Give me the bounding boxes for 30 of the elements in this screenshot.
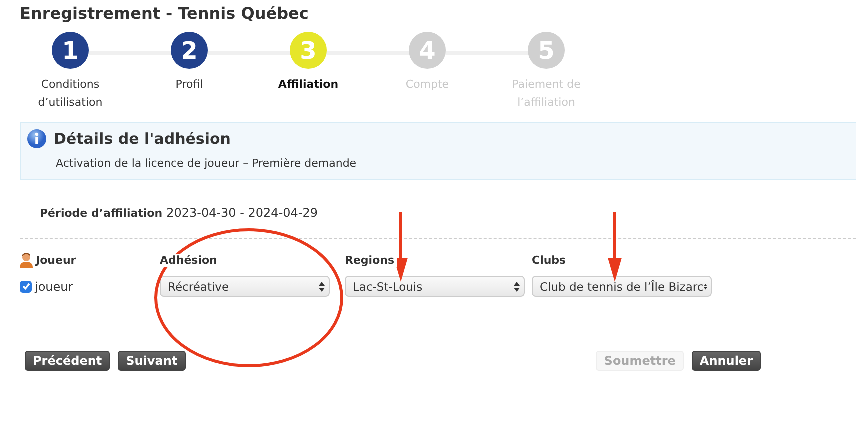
page-title: Enregistrement - Tennis Québec bbox=[20, 4, 310, 25]
column-header: Adhésion bbox=[160, 254, 220, 267]
action-button[interactable]: Suivant bbox=[118, 351, 186, 371]
panel-text: Activation de la licence de joueur – Première demande bbox=[56, 157, 358, 170]
step-label: Profil bbox=[174, 77, 204, 93]
club-select[interactable]: Club de tennis de l’Île Bizarc bbox=[532, 276, 712, 297]
action-button[interactable]: Précédent bbox=[25, 351, 110, 371]
step-number: 1 bbox=[52, 32, 89, 69]
dropdown-arrows-icon bbox=[704, 282, 707, 292]
panel-title: Détails de l'adhésion bbox=[54, 130, 231, 148]
step-number: 2 bbox=[171, 32, 208, 69]
checkbox[interactable] bbox=[20, 280, 32, 292]
period-value: 2023-04-30 - 2024-04-29 bbox=[166, 206, 318, 220]
membership-select[interactable]: Récréative bbox=[160, 276, 330, 297]
annotation-arrow bbox=[608, 212, 622, 282]
column-header: Regions bbox=[345, 254, 397, 267]
step-number: 3 bbox=[290, 32, 327, 69]
dropdown-arrows-icon bbox=[319, 282, 325, 292]
step-label: Affiliation bbox=[277, 77, 340, 93]
annotation-arrow bbox=[394, 212, 408, 282]
player-name: joueur bbox=[35, 280, 74, 294]
region-select[interactable]: Lac-St-Louis bbox=[345, 276, 525, 297]
person-icon bbox=[20, 253, 33, 268]
info-icon bbox=[27, 129, 47, 149]
action-button[interactable]: Annuler bbox=[692, 351, 761, 371]
period-label: Période d’affiliation bbox=[40, 207, 163, 220]
column-header: Joueur bbox=[36, 254, 76, 267]
dropdown-arrows-icon bbox=[514, 282, 520, 292]
column-header: Clubs bbox=[532, 254, 568, 267]
step-label: Conditions d’utilisation bbox=[37, 77, 104, 111]
